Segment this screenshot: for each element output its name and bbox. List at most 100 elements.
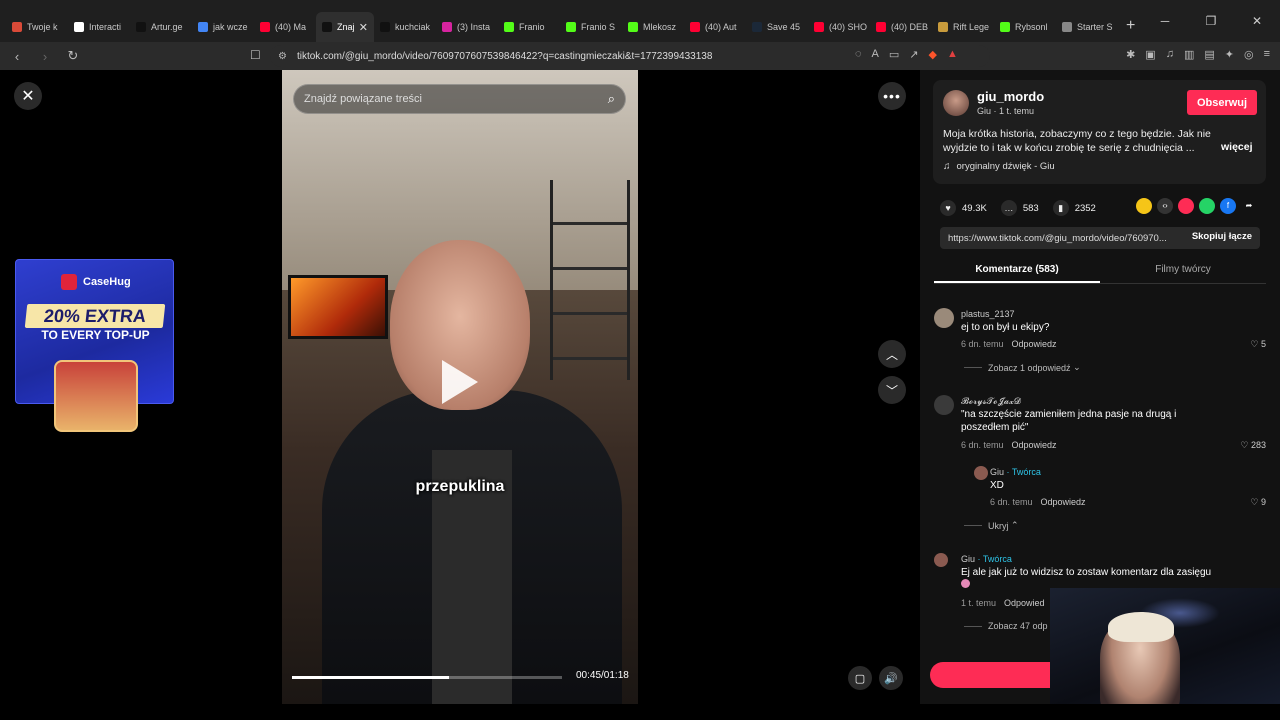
video-progress-bar[interactable]	[292, 676, 562, 679]
forward-button[interactable]: ›	[34, 49, 56, 64]
whatsapp-icon[interactable]	[1199, 198, 1215, 214]
bookmark-icon[interactable]: ☐	[250, 48, 261, 62]
music-icon[interactable]: ♫	[1166, 48, 1174, 61]
follow-button[interactable]: Obserwuj	[1187, 90, 1257, 115]
share-arrow-icon[interactable]: ➦	[1241, 198, 1257, 214]
pip-button[interactable]: ▢	[848, 666, 872, 690]
leo-icon[interactable]: ✦	[1225, 48, 1234, 61]
reload-button[interactable]: ↻	[62, 48, 84, 64]
cast-icon[interactable]: ▭	[889, 48, 899, 61]
ad-headline: 20% EXTRA	[24, 304, 166, 328]
coin-icon[interactable]	[1136, 198, 1152, 214]
video-caption: przepuklina	[415, 478, 505, 495]
comment-button[interactable]: … 583	[1000, 200, 1039, 216]
browser-tab[interactable]: Interacti	[68, 12, 130, 42]
browser-tab[interactable]: Artur.ge	[130, 12, 192, 42]
browser-tab[interactable]: (40) Aut	[684, 12, 746, 42]
comment-username[interactable]: plastus_2137	[961, 309, 1015, 319]
browser-tab[interactable]: Franio S	[560, 12, 622, 42]
vpn-icon[interactable]: ◎	[1244, 48, 1254, 61]
brave-shield-icon[interactable]: ◆	[929, 48, 937, 61]
volume-button[interactable]: 🔊	[879, 666, 903, 690]
comment-like[interactable]: ♡ 283	[1240, 440, 1266, 451]
comment-avatar[interactable]	[934, 395, 954, 415]
view-replies-button[interactable]: Zobacz 47 odp	[964, 621, 1048, 631]
tab-icon[interactable]: ▣	[1145, 48, 1155, 61]
like-button[interactable]: ♥ 49.3K	[940, 200, 987, 216]
facebook-icon[interactable]: f	[1220, 198, 1236, 214]
browser-tab[interactable]: kuchciak	[374, 12, 436, 42]
save-button[interactable]: ▮ 2352	[1052, 200, 1096, 216]
wallet-icon[interactable]: ▤	[1204, 48, 1214, 61]
reply-button[interactable]: Odpowiedz	[1012, 440, 1057, 450]
comment-meta: 6 dn. temu Odpowiedz	[990, 497, 1086, 507]
share-icon[interactable]: ↗	[909, 48, 918, 61]
comment-avatar[interactable]	[974, 466, 988, 480]
browser-tab[interactable]: Twoje k	[6, 12, 68, 42]
browser-tab[interactable]: (40) DEB	[870, 12, 932, 42]
close-video-button[interactable]: ✕	[14, 82, 42, 110]
browser-tab[interactable]: Save 45	[746, 12, 808, 42]
comment-username[interactable]: Giu · Twórca	[961, 554, 1012, 564]
tab-comments[interactable]: Komentarze (583)	[934, 260, 1100, 283]
webcam-hair	[1108, 612, 1174, 642]
tab-creator-videos[interactable]: Filmy twórcy	[1100, 260, 1266, 283]
copy-link-button[interactable]: Skopiuj łącze	[1192, 231, 1252, 242]
comment-like[interactable]: ♡ 5	[1250, 339, 1266, 350]
comment-username[interactable]: Giu · Twórca	[990, 467, 1041, 477]
browser-tab[interactable]: jak wcze	[192, 12, 254, 42]
bookmark-icon: ▮	[1052, 200, 1069, 216]
browser-tab[interactable]: Rift Lege	[932, 12, 994, 42]
browser-tab[interactable]: Mlekosz	[622, 12, 684, 42]
play-icon[interactable]	[442, 360, 478, 404]
menu-icon[interactable]: ≡	[1264, 48, 1270, 61]
treasure-chest-image	[54, 360, 138, 432]
comment-avatar[interactable]	[934, 553, 948, 567]
related-search-input[interactable]	[304, 93, 594, 105]
minimize-button[interactable]: ─	[1142, 14, 1188, 28]
browser-tab[interactable]: Znaj ✕	[316, 12, 374, 42]
more-description-link[interactable]: więcej	[1221, 141, 1253, 153]
share-link-box[interactable]: https://www.tiktok.com/@giu_mordo/video/…	[940, 227, 1260, 249]
restore-button[interactable]: ❐	[1188, 14, 1234, 28]
creator-badge: · Twórca	[977, 554, 1012, 564]
rewards-icon[interactable]: ▲	[947, 48, 958, 61]
previous-video-button[interactable]: ︿	[878, 340, 906, 368]
sound-link[interactable]: ♫ oryginalny dźwięk - Giu	[943, 161, 1055, 172]
embed-icon[interactable]: ‹›	[1157, 198, 1173, 214]
author-username[interactable]: giu_mordo	[977, 89, 1044, 104]
comment-like[interactable]: ♡ 9	[1250, 497, 1266, 508]
puzzle-icon[interactable]: ✱	[1126, 48, 1135, 61]
site-info-icon[interactable]: ⚙	[278, 51, 287, 62]
eye-off-icon[interactable]: ◌	[855, 48, 862, 61]
sidebar-icon[interactable]: ▥	[1184, 48, 1194, 61]
browser-tab[interactable]: Franio	[498, 12, 560, 42]
comment-avatar[interactable]	[934, 308, 954, 328]
view-replies-button[interactable]: Zobacz 1 odpowiedź ⌄	[964, 362, 1081, 373]
comment-username[interactable]: 𝓑𝓸𝓻𝔂𝓼𝓣𝓸𝓙𝓪𝔁𝓓	[961, 396, 1021, 407]
browser-tab[interactable]: (40) Ma	[254, 12, 316, 42]
search-icon[interactable]: ⌕	[608, 91, 615, 107]
browser-tab[interactable]: Starter S	[1056, 12, 1118, 42]
browser-tab[interactable]: (3) Insta	[436, 12, 498, 42]
hide-replies-button[interactable]: Ukryj ⌃	[964, 520, 1019, 531]
related-search-box[interactable]: ⌕	[293, 84, 626, 114]
ad-brand: CaseHug	[83, 276, 131, 288]
next-video-button[interactable]: ﹀	[878, 376, 906, 404]
ad-banner[interactable]: CaseHug 20% EXTRA TO EVERY TOP-UP	[15, 259, 174, 432]
tab-favicon-icon	[814, 22, 824, 32]
reply-button[interactable]: Odpowied	[1004, 598, 1045, 608]
close-window-button[interactable]: ✕	[1234, 14, 1280, 28]
more-options-button[interactable]: •••	[878, 82, 906, 110]
browser-tab[interactable]: Rybsonl	[994, 12, 1056, 42]
reply-button[interactable]: Odpowiedz	[1012, 339, 1057, 349]
tab-close-icon[interactable]: ✕	[359, 21, 368, 34]
author-avatar[interactable]	[943, 90, 969, 116]
translate-icon[interactable]: A	[872, 48, 879, 61]
browser-tab[interactable]: (40) SHO	[808, 12, 870, 42]
new-tab-button[interactable]: +	[1126, 17, 1135, 35]
reply-button[interactable]: Odpowiedz	[1041, 497, 1086, 507]
send-icon[interactable]	[1178, 198, 1194, 214]
back-button[interactable]: ‹	[6, 49, 28, 64]
video-player[interactable]: ⌕ przepuklina 00:45/01:18	[282, 70, 638, 704]
